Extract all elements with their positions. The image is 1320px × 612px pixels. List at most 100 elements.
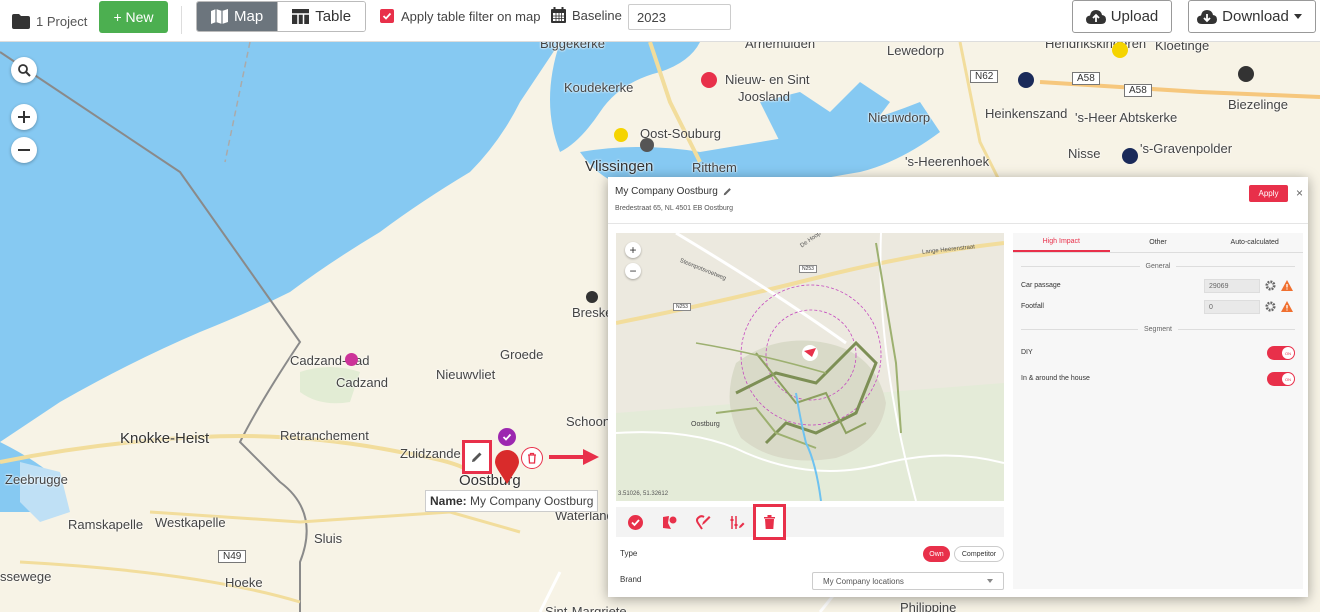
type-own-button[interactable]: Own	[923, 546, 950, 562]
segment-section-header: Segment	[1021, 326, 1295, 333]
place-label: Nieuwdorp	[868, 110, 931, 125]
minimap-road-shield: N253	[799, 265, 817, 273]
car-passage-input[interactable]: 29069	[1204, 279, 1260, 293]
place-label: Kloetinge	[1155, 42, 1210, 53]
pencil-icon[interactable]	[723, 187, 732, 196]
minimap-zoom-in-button[interactable]: +	[625, 242, 641, 258]
tab-other[interactable]: Other	[1110, 233, 1207, 252]
arrow-right-icon	[549, 449, 599, 465]
store-poi-icon[interactable]	[701, 72, 717, 88]
cloud-upload-icon	[1085, 10, 1106, 24]
store-poi-icon[interactable]	[1122, 148, 1138, 164]
close-icon[interactable]: ×	[1296, 186, 1303, 200]
diy-label: DIY	[1021, 349, 1033, 356]
location-pin-icon[interactable]	[495, 450, 519, 484]
project-label: 1 Project	[36, 13, 88, 29]
panel-title: My Company Oostburg	[615, 186, 718, 197]
place-label: Zeebrugge	[5, 472, 68, 487]
tab-auto-calculated[interactable]: Auto-calculated	[1206, 233, 1303, 252]
apply-button[interactable]: Apply	[1249, 185, 1288, 202]
store-poi-icon[interactable]	[614, 128, 628, 142]
attributes-edit-button[interactable]	[722, 508, 752, 536]
store-poi-icon[interactable]	[640, 138, 654, 152]
folder-icon	[12, 13, 30, 29]
place-label: Biggekerke	[540, 42, 606, 51]
gear-icon[interactable]	[1265, 280, 1276, 291]
type-competitor-button[interactable]: Competitor	[954, 546, 1004, 562]
apply-filter-label: Apply table filter on map	[401, 8, 541, 24]
top-toolbar: 1 Project + New Map Table Apply table fi…	[0, 0, 1320, 42]
caret-down-icon	[1293, 14, 1302, 19]
confirm-location-button[interactable]	[620, 508, 650, 536]
coordinates-readout: 3.51026, 51.32612	[618, 491, 669, 497]
brand-select[interactable]: My Company locations	[812, 572, 1004, 590]
edit-location-button[interactable]	[688, 508, 718, 536]
location-minimap[interactable]: + − Oostburg Steenpotsvoetweg Lange Heer…	[616, 233, 1004, 501]
footfall-input[interactable]: 0	[1204, 300, 1260, 314]
toggle-knob: ON	[1282, 373, 1294, 385]
location-detail-panel: My Company Oostburg Bredestraat 65, NL 4…	[608, 177, 1308, 597]
minimap-zoom-out-button[interactable]: −	[625, 263, 641, 279]
search-icon	[17, 63, 31, 77]
in-around-house-toggle[interactable]: ON	[1267, 372, 1295, 386]
place-label: Knokke-Heist	[120, 430, 210, 447]
place-label: Schoon	[566, 414, 611, 429]
check-icon	[502, 433, 512, 441]
place-label: Retranchement	[280, 428, 369, 443]
download-button[interactable]: Download	[1188, 0, 1316, 33]
map-view-button[interactable]: Map	[197, 2, 278, 31]
minus-icon	[18, 149, 30, 151]
baseline-label-group: Baseline	[551, 7, 622, 23]
marker-confirm-button[interactable]	[498, 428, 516, 446]
marker-tooltip: Name: My Company Oostburg	[425, 490, 599, 512]
diy-toggle[interactable]: ON	[1267, 346, 1295, 360]
segment-section-label: Segment	[1143, 326, 1173, 333]
marker-edit-button[interactable]	[462, 440, 492, 474]
general-section-header: General	[1021, 263, 1295, 270]
place-label: ssewege	[0, 569, 52, 584]
warning-icon	[1281, 280, 1293, 291]
place-label: Cadzand	[336, 375, 389, 390]
place-label: Sint-Margriete	[545, 604, 627, 612]
upload-button[interactable]: Upload	[1072, 0, 1172, 33]
project-selector[interactable]: 1 Project	[12, 9, 87, 33]
cart-poi-icon[interactable]	[586, 291, 598, 303]
general-section-label: General	[1145, 263, 1171, 270]
store-poi-icon[interactable]	[1018, 72, 1034, 88]
new-button[interactable]: + New	[99, 1, 168, 33]
place-label: Heinkenszand	[985, 106, 1068, 121]
type-label: Type	[620, 549, 638, 558]
apply-filter-checkbox[interactable]: Apply table filter on map	[380, 8, 540, 24]
marker-delete-button[interactable]	[521, 447, 543, 469]
zoom-in-button[interactable]	[11, 104, 37, 130]
minimap-background	[616, 233, 1004, 501]
baseline-year-input[interactable]: 2023	[628, 4, 731, 30]
place-label: Nieuwvliet	[436, 367, 496, 382]
map-view-label: Map	[234, 8, 264, 25]
store-poi-icon[interactable]	[345, 353, 358, 366]
gear-icon[interactable]	[1265, 301, 1276, 312]
place-label: 's-Heer Abtskerke	[1075, 110, 1178, 125]
table-view-button[interactable]: Table	[277, 2, 366, 31]
area-tool-button[interactable]	[654, 508, 684, 536]
impact-settings-pane: High Impact Other Auto-calculated Genera…	[1013, 233, 1303, 589]
map-search-button[interactable]	[11, 57, 37, 83]
zoom-out-button[interactable]	[11, 137, 37, 163]
table-icon	[292, 9, 310, 24]
place-label: Oost-Souburg	[640, 126, 721, 141]
toggle-knob: ON	[1282, 347, 1294, 359]
delete-location-button[interactable]	[753, 504, 786, 540]
minimap-road-shield: N253	[673, 303, 691, 311]
divider	[181, 6, 182, 34]
place-label: Ramskapelle	[68, 517, 144, 532]
store-poi-icon[interactable]	[1112, 42, 1128, 58]
place-label: Westkapelle	[155, 515, 226, 530]
road-shield: A58	[1124, 84, 1152, 97]
sliders-edit-icon	[730, 515, 744, 529]
place-label: 's-Heerenhoek	[905, 154, 990, 169]
tab-high-impact[interactable]: High Impact	[1013, 233, 1110, 252]
store-poi-icon[interactable]	[1238, 66, 1254, 82]
minimap-place-label: Oostburg	[691, 421, 720, 428]
place-label: Lewedorp	[887, 43, 945, 58]
road-shield: N49	[218, 550, 247, 563]
